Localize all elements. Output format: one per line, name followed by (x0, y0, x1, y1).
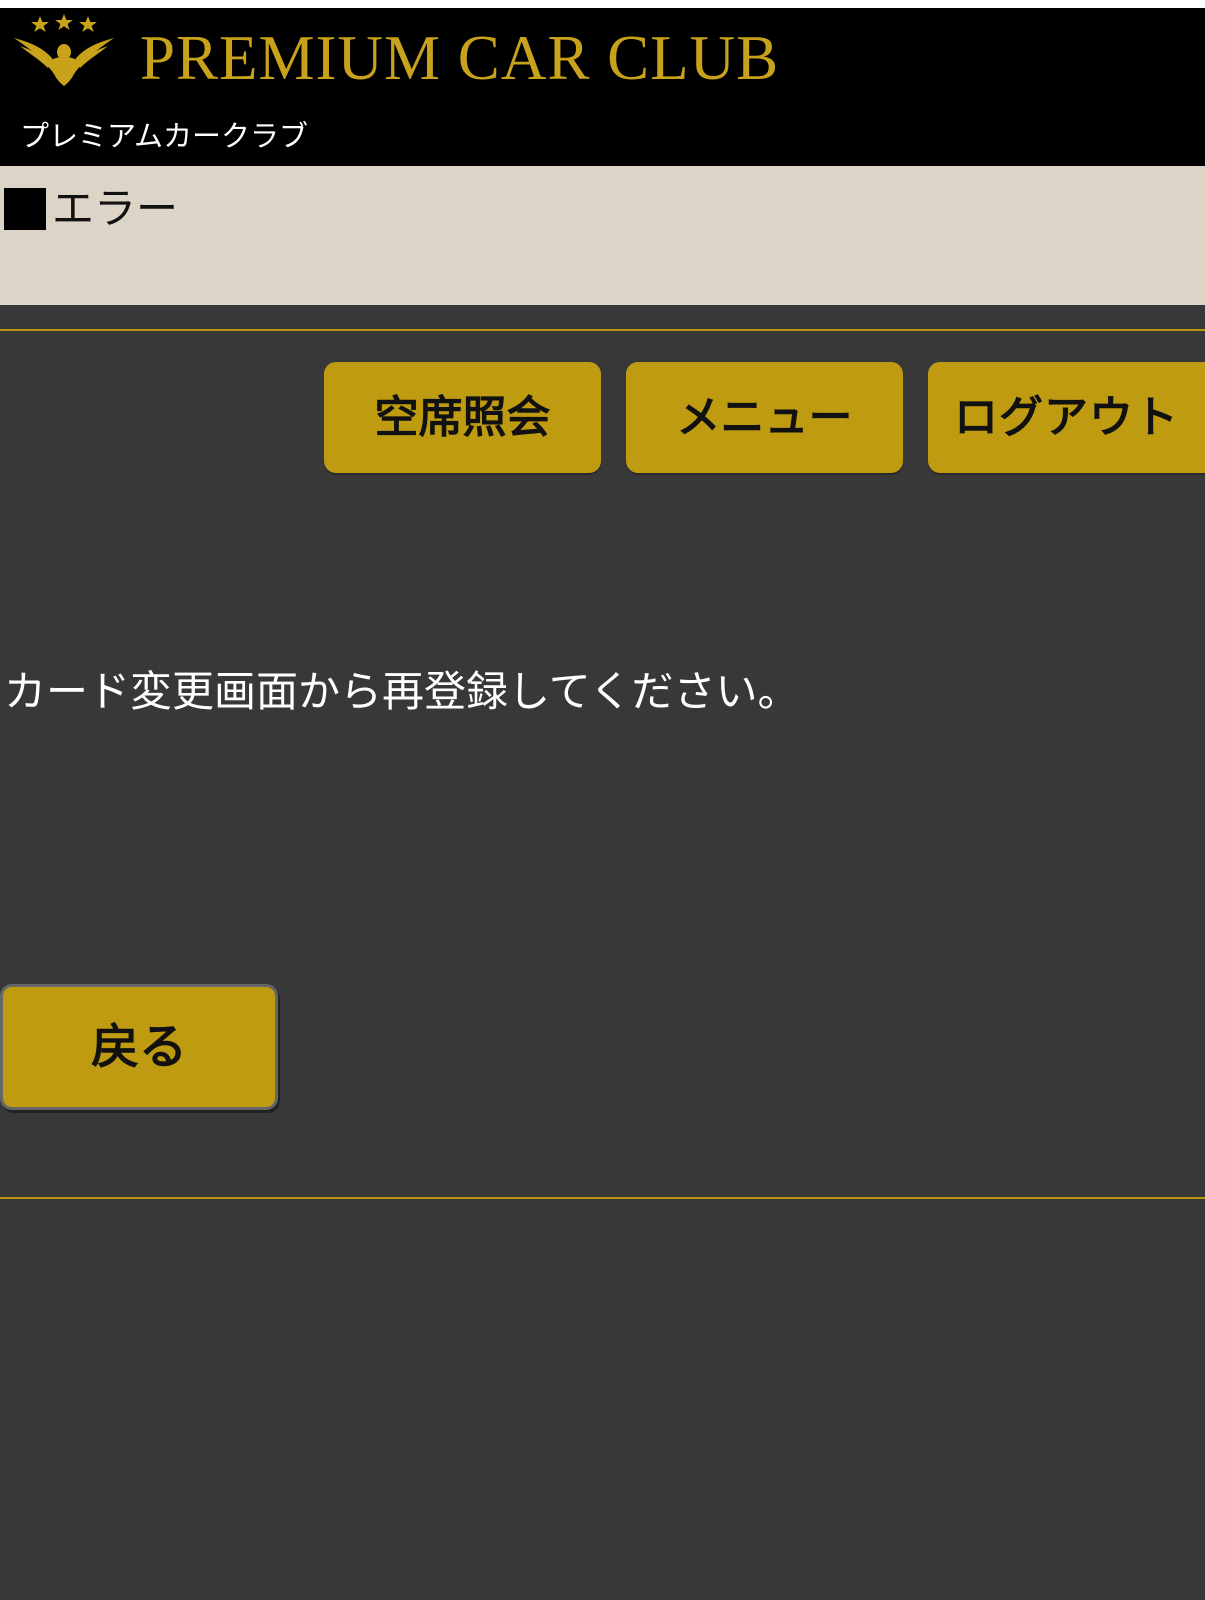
logout-button[interactable]: ログアウト (928, 362, 1205, 473)
menu-button[interactable]: メニュー (626, 362, 903, 473)
brand-title: PREMIUM CAR CLUB (140, 23, 780, 93)
heading-square-icon (4, 188, 46, 230)
site-header: PREMIUM CAR CLUB プレミアムカークラブ (0, 8, 1205, 166)
section-heading: エラー (52, 184, 179, 233)
section-heading-bar: エラー (0, 166, 1205, 305)
top-divider (0, 329, 1205, 331)
eagle-logo-icon (14, 14, 114, 86)
bottom-divider (0, 1197, 1205, 1199)
top-edge-strip (0, 0, 1205, 8)
brand-subtitle: プレミアムカークラブ (20, 119, 308, 153)
error-message: カード変更画面から再登録してください。 (4, 667, 800, 716)
back-button[interactable]: 戻る (0, 984, 278, 1110)
availability-button[interactable]: 空席照会 (324, 362, 601, 473)
